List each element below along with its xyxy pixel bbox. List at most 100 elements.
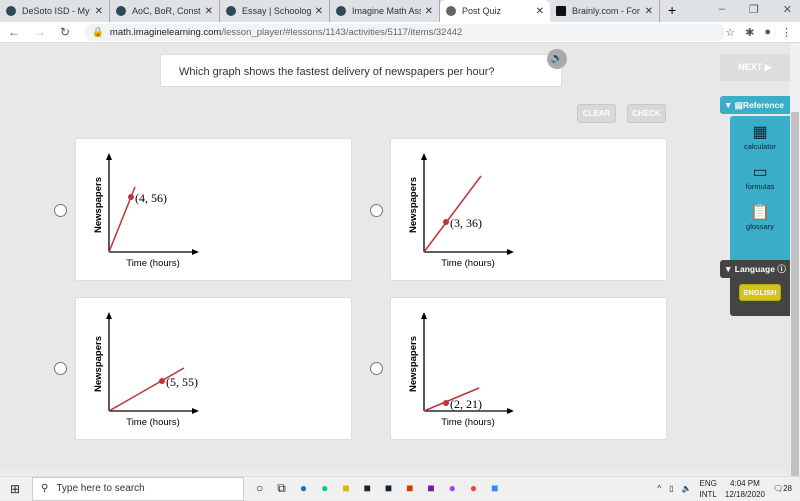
speaker-icon[interactable]: 🔈 (547, 49, 567, 69)
option-radio-2[interactable] (370, 204, 383, 217)
point-label: (2, 21) (450, 397, 482, 411)
graph: (3, 36) Newspapers Time (hours) (408, 153, 514, 269)
windows-start-icon[interactable]: ⊞ (10, 482, 20, 496)
x-axis-label: Time (hours) (126, 417, 180, 428)
point-label: (5, 55) (166, 375, 198, 389)
zoom-icon[interactable]: ■ (491, 481, 498, 496)
calculator-icon: ▦ (752, 124, 768, 141)
back-icon[interactable]: ← (8, 25, 20, 39)
data-point (159, 378, 165, 384)
close-icon[interactable]: ✕ (536, 6, 544, 17)
maximize-icon[interactable]: ❐ (749, 3, 759, 16)
point-label: (4, 56) (135, 191, 167, 205)
y-axis-label: Newspapers (93, 336, 104, 392)
messenger-icon[interactable]: ● (449, 481, 456, 496)
language-indicator[interactable]: ENG INTL (700, 478, 717, 500)
reference-toggle[interactable]: ▼ ▤Reference (720, 96, 790, 114)
close-icon[interactable]: ✕ (315, 6, 323, 17)
y-axis-label: Newspapers (93, 177, 104, 233)
minimize-icon[interactable]: – (719, 3, 725, 16)
taskbar-search[interactable]: ⚲ Type here to search (32, 476, 244, 501)
forward-icon[interactable]: → (34, 25, 46, 39)
y-axis-arrow (421, 153, 427, 160)
question-text: Which graph shows the fastest delivery o… (160, 54, 562, 87)
scrollbar-thumb[interactable] (791, 112, 799, 482)
graph: (2, 21) Newspapers Time (hours) (408, 312, 514, 428)
formulas-button[interactable]: ▭ formulas (730, 162, 790, 191)
avatar[interactable]: ● (764, 26, 771, 39)
notifications-icon[interactable]: 🗨28 (773, 484, 792, 493)
info-icon[interactable]: ⓘ (777, 264, 786, 274)
app-icon[interactable]: ■ (385, 481, 392, 496)
data-point (443, 400, 449, 406)
office-icon[interactable]: ■ (406, 481, 413, 496)
cortana-icon[interactable]: ○ (256, 481, 263, 496)
close-window-icon[interactable]: ✕ (783, 3, 792, 16)
clear-button[interactable]: CLEAR (577, 104, 616, 123)
browser-tab[interactable]: Brainly.com - For students✕ (550, 0, 660, 22)
mail-icon[interactable]: ■ (427, 481, 434, 496)
lock-icon: 🔒 (92, 26, 104, 38)
menu-icon[interactable]: ⋮ (781, 26, 792, 39)
chevron-up-icon[interactable]: ^ (657, 484, 661, 493)
network-icon[interactable]: ▯ (669, 484, 673, 493)
close-icon[interactable]: ✕ (95, 6, 103, 17)
calculator-button[interactable]: ▦ calculator (730, 122, 790, 151)
globe-icon (446, 6, 456, 16)
taskbar: ⊞ ⚲ Type here to search ○ ⧉ ● ● ■ ■ ■ ■ ■ ● ● ■ ^ ▯ 🔈 … (0, 476, 800, 501)
next-button[interactable]: NEXT ▶ (720, 54, 790, 81)
glossary-icon: 📋 (750, 204, 770, 221)
option-radio-3[interactable] (54, 362, 67, 375)
file-explorer-icon[interactable]: ■ (342, 481, 349, 496)
x-axis-label: Time (hours) (441, 258, 495, 269)
x-axis-label: Time (hours) (126, 258, 180, 269)
option-radio-1[interactable] (54, 204, 67, 217)
volume-icon[interactable]: 🔈 (682, 484, 692, 493)
star-icon[interactable]: ☆ (725, 26, 735, 39)
option-radio-4[interactable] (370, 362, 383, 375)
close-icon[interactable]: ✕ (425, 6, 433, 17)
y-axis-arrow (106, 312, 112, 319)
reload-icon[interactable]: ↻ (60, 25, 70, 39)
graph: (5, 55) Newspapers Time (hours) (93, 312, 199, 428)
browser-tab-active[interactable]: Post Quiz ✕ (440, 0, 550, 22)
favicon-icon (226, 6, 236, 16)
option-card-1[interactable]: (4, 56) Newspapers Time (hours) (75, 138, 352, 281)
chrome-icon[interactable]: ● (470, 481, 477, 496)
browser-tab[interactable]: Imagine Math Assignments✕ (330, 0, 440, 22)
x-axis-arrow (192, 408, 199, 414)
browser-tab[interactable]: AoC, BoR, Constitution✕ (110, 0, 220, 22)
check-button[interactable]: CHECK (627, 104, 666, 123)
favicon-icon (6, 6, 16, 16)
task-view-icon[interactable]: ⧉ (277, 481, 286, 496)
favicon-icon (336, 6, 346, 16)
data-point (443, 219, 449, 225)
y-axis-arrow (421, 312, 427, 319)
x-axis-arrow (192, 249, 199, 255)
store-icon[interactable]: ■ (364, 481, 371, 496)
skype-icon[interactable]: ● (300, 481, 307, 496)
favicon-icon (116, 6, 126, 16)
point-label: (3, 36) (450, 216, 482, 230)
glossary-button[interactable]: 📋 glossary (730, 202, 790, 231)
close-icon[interactable]: ✕ (645, 6, 653, 17)
close-icon[interactable]: ✕ (205, 6, 213, 17)
lesson-player: Which graph shows the fastest delivery o… (0, 44, 800, 470)
y-axis-label: Newspapers (408, 336, 419, 392)
extension-icon[interactable]: ✱ (745, 26, 754, 39)
clock[interactable]: 4:04 PM 12/18/2020 (725, 478, 765, 500)
option-card-4[interactable]: (2, 21) Newspapers Time (hours) (390, 297, 667, 440)
browser-tab[interactable]: DeSoto ISD - My Apps✕ (0, 0, 110, 22)
english-button[interactable]: ENGLISH (739, 284, 781, 301)
formulas-icon: ▭ (752, 164, 768, 181)
url-input[interactable]: 🔒 math.imaginelearning.com/lesson_player/… (84, 23, 726, 41)
language-toggle[interactable]: ▼ Language ⓘ (720, 260, 790, 278)
edge-icon[interactable]: ● (321, 481, 328, 496)
scrollbar[interactable] (790, 44, 800, 482)
favicon-icon (556, 6, 566, 16)
search-icon: ⚲ (41, 483, 49, 494)
new-tab-button[interactable]: + (668, 0, 676, 22)
browser-tab[interactable]: Essay | Schoology ✕ (220, 0, 330, 22)
option-card-3[interactable]: (5, 55) Newspapers Time (hours) (75, 297, 352, 440)
option-card-2[interactable]: (3, 36) Newspapers Time (hours) (390, 138, 667, 281)
